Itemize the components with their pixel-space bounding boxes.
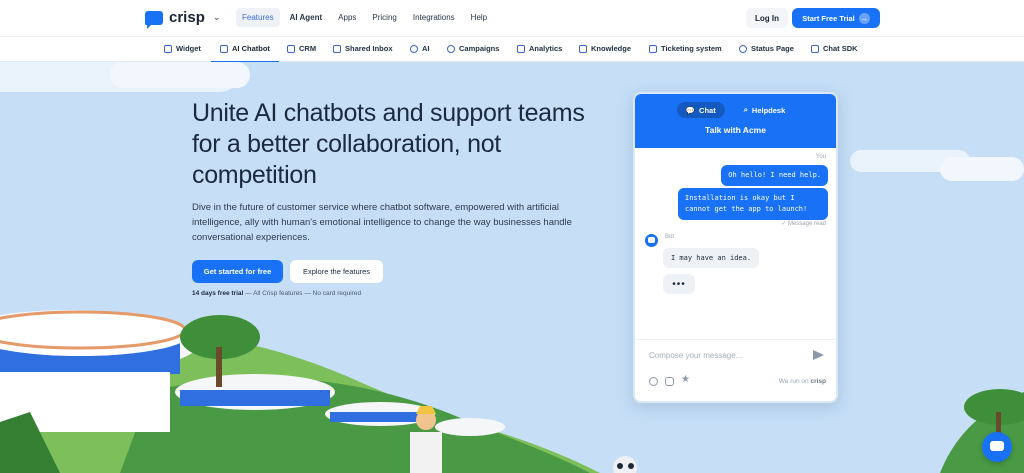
subnav-label: Status Page <box>751 44 794 53</box>
typing-indicator: ••• <box>663 274 695 294</box>
run-on-brand: crisp <box>810 378 826 385</box>
subnav-ticketing[interactable]: Ticketing system <box>649 44 722 53</box>
arrow-right-icon: → <box>858 12 870 24</box>
widget-icon <box>164 44 172 53</box>
subnav-label: Chat SDK <box>823 44 858 53</box>
nav-pricing[interactable]: Pricing <box>366 8 402 27</box>
subnav-ai[interactable]: AI <box>410 44 430 53</box>
get-started-button[interactable]: Get started for free <box>192 260 283 283</box>
code-icon <box>811 44 819 53</box>
tab-chat[interactable]: 💬 Chat <box>676 102 725 118</box>
trial-note-rest: — All Crisp features — No card required <box>243 290 362 297</box>
logo-text: crisp <box>169 9 205 26</box>
subnav-chat-sdk[interactable]: Chat SDK <box>811 44 858 53</box>
chat-title: Talk with Acme <box>705 125 766 135</box>
chat-launcher-button[interactable] <box>982 432 1012 462</box>
subnav-label: AI Chatbot <box>232 44 270 53</box>
chat-header: 💬 Chat ⌕ Helpdesk Talk with Acme <box>635 94 836 148</box>
login-button[interactable]: Log In <box>746 8 788 28</box>
knowledge-icon <box>579 44 587 53</box>
subnav-knowledge[interactable]: Knowledge <box>579 44 631 53</box>
tab-helpdesk-label: Helpdesk <box>751 105 786 115</box>
nav-features[interactable]: Features <box>236 8 280 27</box>
nav-help[interactable]: Help <box>465 8 493 27</box>
sender-bot-label: Bot <box>665 234 675 240</box>
subnav-ai-chatbot[interactable]: AI Chatbot <box>211 44 279 63</box>
subnav-label: Widget <box>176 44 201 53</box>
hero-title: Unite AI chatbots and support teams for … <box>192 99 585 189</box>
subnav-status-page[interactable]: Status Page <box>739 44 794 53</box>
subnav-label: Knowledge <box>591 44 632 53</box>
campaign-icon <box>447 44 455 53</box>
analytics-icon <box>517 44 525 53</box>
subnav-label: Shared Inbox <box>345 44 393 53</box>
status-icon <box>739 44 747 53</box>
subnav-label: Analytics <box>529 44 563 53</box>
star-icon[interactable]: ★ <box>681 374 690 385</box>
subnav-label: Campaigns <box>459 44 500 53</box>
subnav-label: AI <box>422 44 430 53</box>
bot-avatar-icon <box>645 234 658 247</box>
trial-note-bold: 14 days free trial <box>192 290 244 297</box>
tab-helpdesk[interactable]: ⌕ Helpdesk <box>735 102 795 118</box>
read-receipt: ✓ Message read <box>781 221 826 227</box>
main-nav: Features AI Agent Apps Pricing Integrati… <box>236 8 493 27</box>
chat-widget-demo: 💬 Chat ⌕ Helpdesk Talk with Acme You Oh he… <box>633 92 838 403</box>
powered-by: We run on crisp <box>779 378 826 385</box>
hero-section: Unite AI chatbots and support teams for … <box>0 62 1024 473</box>
nav-ai-agent[interactable]: AI Agent <box>284 8 329 27</box>
subnav-analytics[interactable]: Analytics <box>517 44 562 53</box>
user-message: Installation is okay but I cannot get th… <box>678 188 828 220</box>
send-icon[interactable] <box>813 350 824 360</box>
chevron-down-icon: ⌄ <box>212 12 221 22</box>
compose-field[interactable]: Compose your message... <box>635 339 836 371</box>
sender-you-label: You <box>815 154 826 160</box>
subnav-campaigns[interactable]: Campaigns <box>447 44 499 53</box>
nav-apps[interactable]: Apps <box>332 8 362 27</box>
database-icon <box>287 44 295 53</box>
crisp-logo[interactable]: crisp ⌄ <box>145 9 221 29</box>
bot-message: I may have an idea. <box>663 248 760 268</box>
ai-icon <box>410 44 418 53</box>
inbox-icon <box>333 44 341 53</box>
tab-chat-label: Chat <box>699 105 716 115</box>
subnav-widget[interactable]: Widget <box>164 44 201 53</box>
features-subnav: Widget AI Chatbot CRM Shared Inbox AI Ca… <box>0 37 1024 63</box>
search-icon: ⌕ <box>743 105 748 114</box>
subnav-crm[interactable]: CRM <box>287 44 316 53</box>
subnav-shared-inbox[interactable]: Shared Inbox <box>333 44 393 53</box>
attachment-icon[interactable] <box>665 377 674 386</box>
explore-features-button[interactable]: Explore the features <box>290 260 383 283</box>
chat-bubble-icon <box>145 10 163 29</box>
chat-icon: 💬 <box>685 105 696 115</box>
chat-tabs: 💬 Chat ⌕ Helpdesk <box>635 102 836 118</box>
run-on-text: We run on <box>778 378 809 385</box>
chat-body: You Oh hello! I need help. Installation … <box>635 148 836 401</box>
nav-integrations[interactable]: Integrations <box>407 8 461 27</box>
start-trial-button[interactable]: Start Free Trial → <box>792 8 880 28</box>
emoji-icon[interactable] <box>649 377 658 386</box>
user-message: Oh hello! I need help. <box>721 165 828 186</box>
compose-placeholder: Compose your message... <box>649 351 743 360</box>
chatbot-icon <box>220 44 228 53</box>
chat-footer: ★ We run on crisp <box>635 371 836 395</box>
subnav-label: CRM <box>299 44 317 53</box>
hero-description: Dive in the future of customer service w… <box>192 202 572 243</box>
trial-note: 14 days free trial — All Crisp features … <box>192 290 361 297</box>
start-trial-label: Start Free Trial <box>802 13 855 23</box>
ticket-icon <box>649 44 657 53</box>
top-navigation: crisp ⌄ Features AI Agent Apps Pricing I… <box>0 0 1024 37</box>
subnav-label: Ticketing system <box>661 44 722 53</box>
